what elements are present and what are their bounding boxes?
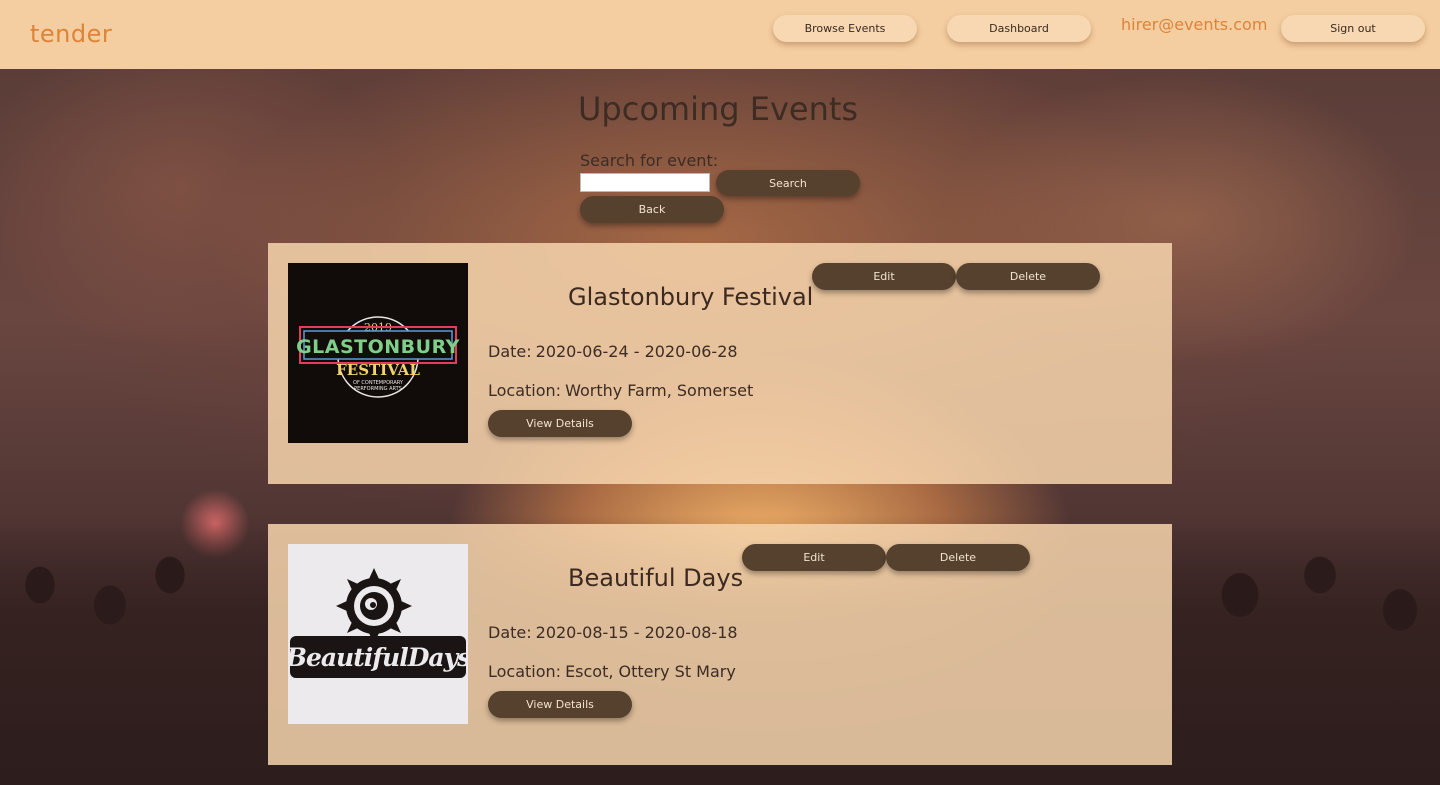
nav-browse-events-button[interactable]: Browse Events (773, 15, 917, 42)
svg-text:BeautifulDays: BeautifulDays (288, 643, 468, 672)
app-logo[interactable]: tender (30, 20, 112, 48)
svg-text:FESTIVAL: FESTIVAL (336, 361, 420, 379)
event-location: Location: Worthy Farm, Somerset (488, 381, 754, 400)
edit-button[interactable]: Edit (812, 263, 956, 290)
page-title: Upcoming Events (578, 90, 859, 128)
search-input[interactable] (580, 173, 710, 192)
event-card: BeautifulDays Beautiful Days Date: 2020-0… (268, 524, 1172, 765)
event-card: 2019 GLASTONBURY FESTIVAL OF CONTEMPORAR… (268, 243, 1172, 484)
view-details-button[interactable]: View Details (488, 691, 632, 718)
delete-button[interactable]: Delete (956, 263, 1100, 290)
delete-button[interactable]: Delete (886, 544, 1030, 571)
glastonbury-logo: 2019 GLASTONBURY FESTIVAL OF CONTEMPORAR… (296, 316, 460, 398)
event-date: Date: 2020-08-15 - 2020-08-18 (488, 623, 738, 642)
event-title[interactable]: Beautiful Days (568, 564, 743, 592)
search-label: Search for event: (580, 151, 719, 170)
nav-dashboard-button[interactable]: Dashboard (947, 15, 1091, 42)
event-image-glastonbury: 2019 GLASTONBURY FESTIVAL OF CONTEMPORAR… (288, 263, 468, 443)
sign-out-button[interactable]: Sign out (1281, 15, 1425, 42)
top-navbar: tender Browse Events Dashboard hirer@eve… (0, 0, 1440, 69)
edit-button[interactable]: Edit (742, 544, 886, 571)
search-button[interactable]: Search (716, 170, 860, 196)
event-title[interactable]: Glastonbury Festival (568, 283, 813, 311)
event-image-beautiful-days: BeautifulDays (288, 544, 468, 724)
user-email: hirer@events.com (1121, 15, 1268, 34)
beautiful-days-logo: BeautifulDays (288, 568, 468, 678)
svg-text:GLASTONBURY: GLASTONBURY (296, 336, 460, 358)
event-date: Date: 2020-06-24 - 2020-06-28 (488, 342, 738, 361)
back-button[interactable]: Back (580, 196, 724, 223)
svg-text:PERFORMING ARTS: PERFORMING ARTS (354, 386, 402, 392)
view-details-button[interactable]: View Details (488, 410, 632, 437)
event-location: Location: Escot, Ottery St Mary (488, 662, 736, 681)
